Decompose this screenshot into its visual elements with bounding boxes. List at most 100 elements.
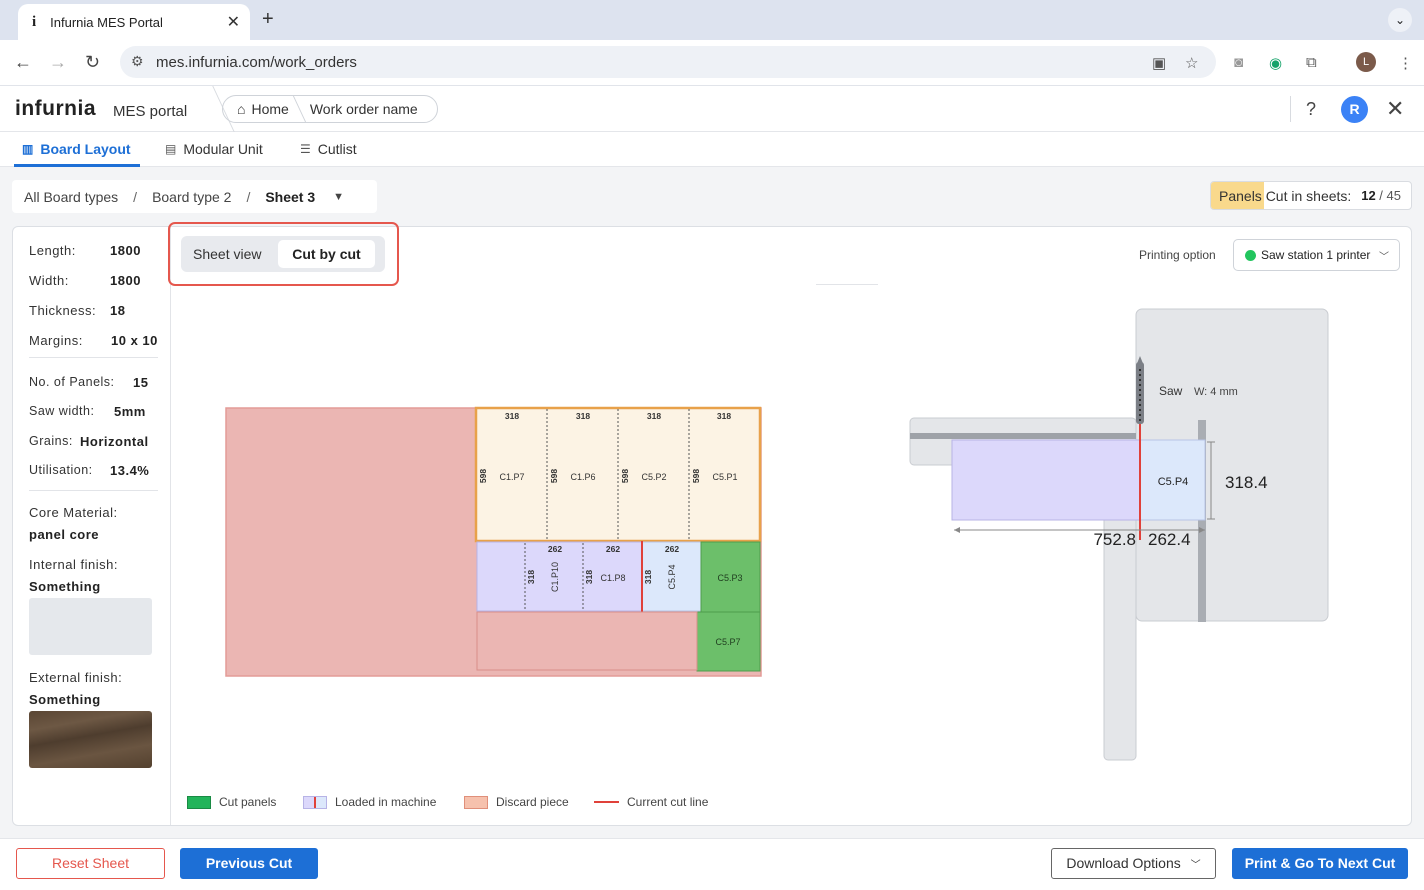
back-icon[interactable]: ← (14, 52, 32, 73)
download-options-button[interactable]: Download Options ﹀ (1051, 848, 1216, 879)
mid-width-2: 262 (606, 544, 620, 554)
external-finish-label: External finish: (29, 670, 123, 685)
panel-label: C1.P8 (600, 573, 625, 583)
length-row: Length: 1800 (29, 243, 141, 258)
tab-board-layout[interactable]: ▥ Board Layout (22, 141, 131, 157)
saw-width-label: W: 4 mm (1194, 386, 1238, 398)
sheet-breadcrumb: All Board types / Board type 2 / Sheet 3… (12, 180, 377, 213)
top-height-4: 598 (691, 469, 701, 483)
url-text: mes.infurnia.com/work_orders (156, 53, 357, 71)
internal-finish-label: Internal finish: (29, 557, 118, 572)
thickness-row: Thickness: 18 (29, 303, 126, 318)
mid-height-2: 318 (584, 570, 594, 584)
core-material-label: Core Material: (29, 505, 118, 520)
close-portal-icon[interactable]: ✕ (1386, 96, 1404, 122)
reset-sheet-button[interactable]: Reset Sheet (16, 848, 165, 879)
favicon-icon: i (32, 13, 37, 30)
print-next-cut-button[interactable]: Print & Go To Next Cut (1232, 848, 1408, 879)
top-width-1: 318 (505, 411, 519, 421)
width-row: Width: 1800 (29, 273, 141, 288)
tab-modular-unit[interactable]: ▤ Modular Unit (165, 141, 263, 157)
top-height-2: 598 (549, 469, 559, 483)
address-bar[interactable]: mes.infurnia.com/work_orders (120, 46, 1216, 78)
breadcrumb-home[interactable]: ⌂ Home (223, 101, 299, 117)
panel-label: C1.P6 (570, 472, 595, 482)
profile-avatar[interactable]: L (1356, 52, 1376, 72)
panel-label: C5.P4 (667, 564, 677, 589)
panel-label: C1.P7 (499, 472, 524, 482)
install-app-icon[interactable]: ▣ (1152, 54, 1166, 72)
right-length-value: 262.4 (1148, 530, 1191, 549)
cut-by-cut-option[interactable]: Cut by cut (278, 240, 375, 268)
utilisation-row: Utilisation: 13.4% (29, 463, 150, 478)
loaded-strip (951, 439, 1141, 521)
saw-label: Saw (1159, 384, 1183, 398)
bookmark-star-icon[interactable]: ☆ (1185, 54, 1198, 72)
top-height-1: 598 (478, 469, 488, 483)
cutline-swatch (594, 801, 619, 803)
previous-cut-button[interactable]: Previous Cut (180, 848, 318, 879)
help-icon[interactable]: ? (1306, 99, 1316, 120)
discard-piece (476, 611, 698, 671)
crumb-all-board-types[interactable]: All Board types (24, 189, 118, 205)
panels-row: No. of Panels: 15 (29, 375, 149, 390)
mid-width-3: 262 (665, 544, 679, 554)
browser-menu-icon[interactable]: ⋮ (1398, 54, 1413, 72)
tab-search-icon[interactable]: ⌄ (1388, 8, 1412, 32)
forward-icon[interactable]: → (49, 52, 67, 73)
internal-finish-value: Something (29, 579, 101, 594)
infurnia-logo: infurnia (15, 97, 96, 120)
external-finish-value: Something (29, 692, 101, 707)
header-breadcrumb: ⌂ Home Work order name (222, 95, 438, 123)
legend-current-cut: Current cut line (594, 795, 708, 809)
discard-swatch (464, 795, 488, 809)
extensions-icon[interactable]: ⧉ (1306, 54, 1317, 71)
sheet-view-option[interactable]: Sheet view (193, 246, 261, 262)
core-material-value: panel core (29, 527, 100, 542)
grains-row: Grains: Horizontal (29, 434, 149, 449)
crumb-sheet[interactable]: Sheet 3 (265, 189, 315, 205)
breadcrumb-work-order[interactable]: Work order name (300, 101, 428, 117)
close-tab-icon[interactable]: ✕ (227, 12, 240, 32)
legend-loaded: Loaded in machine (303, 795, 436, 809)
panel-label: C5.P7 (715, 637, 740, 647)
panel-height-value: 318.4 (1225, 473, 1268, 492)
top-width-3: 318 (647, 411, 661, 421)
site-info-icon[interactable]: ⚙ (131, 53, 144, 70)
panels-cut-count: 12 / 45 (1361, 188, 1401, 203)
panels-cut-label: Panels Cut in sheets: (1219, 187, 1352, 204)
tab-cutlist[interactable]: ☰ Cutlist (300, 141, 357, 157)
sheet-dropdown-icon[interactable]: ▼ (333, 191, 344, 203)
chevron-down-icon: ﹀ (1190, 860, 1201, 871)
cabinet-icon: ▤ (165, 142, 177, 156)
cutlist-icon: ☰ (300, 142, 311, 156)
crumb-board-type[interactable]: Board type 2 (152, 189, 231, 205)
user-avatar[interactable]: R (1341, 96, 1368, 123)
saw-width-row: Saw width: 5mm (29, 404, 146, 419)
board-layout-diagram: 318 318 318 318 598 598 598 598 C1.P7 C1… (225, 406, 762, 677)
panel-label: C5.P1 (712, 472, 737, 482)
home-icon: ⌂ (237, 101, 246, 117)
legend-cut-panels: Cut panels (187, 795, 276, 809)
cut-swatch (187, 795, 211, 809)
reload-icon[interactable]: ↻ (85, 52, 100, 73)
grammarly-icon[interactable]: ◉ (1269, 54, 1282, 72)
chevron-down-icon: ﹀ (1379, 251, 1389, 263)
panel-label: C1.P10 (550, 562, 560, 592)
browser-tab[interactable]: i Infurnia MES Portal ✕ (18, 4, 250, 40)
loaded-swatch (303, 795, 327, 809)
sidebar-divider (170, 227, 171, 825)
top-height-3: 598 (620, 469, 630, 483)
mid-height-1: 318 (526, 570, 536, 584)
top-width-2: 318 (576, 411, 590, 421)
camera-icon[interactable]: ◙ (1234, 54, 1243, 71)
printing-option-label: Printing option (1139, 248, 1216, 262)
mid-height-3: 318 (643, 570, 653, 584)
tab-title: Infurnia MES Portal (50, 14, 163, 30)
printer-select[interactable]: Saw station 1 printer ﹀ (1233, 239, 1400, 271)
panel-label: C5.P3 (717, 573, 742, 583)
new-tab-icon[interactable]: + (262, 8, 274, 31)
panels-cut-indicator: Panels Cut in sheets: 12 / 45 (1210, 181, 1412, 210)
external-finish-swatch (29, 711, 152, 768)
printer-status-dot (1245, 249, 1256, 261)
